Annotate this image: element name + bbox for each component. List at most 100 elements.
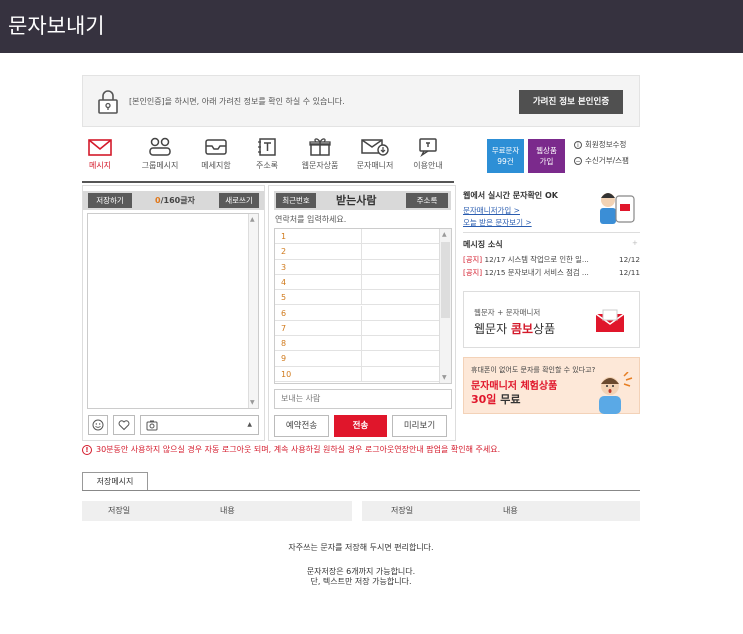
row-number: 3 xyxy=(281,262,287,272)
address-book-button[interactable]: 주소록 xyxy=(406,193,448,208)
recipient-row[interactable]: 3 xyxy=(275,259,441,275)
tab-label: 이용안내 xyxy=(413,161,443,170)
col-date: 저장일 xyxy=(108,506,131,515)
trial-free: 무료 xyxy=(496,393,521,406)
tab-label: 문자매니저 xyxy=(356,161,394,170)
reject-spam-link[interactable]: − 수신거부/스팸 xyxy=(574,155,629,166)
recipient-row[interactable]: 5 xyxy=(275,290,441,306)
message-scrollbar[interactable]: ▲ ▼ xyxy=(248,214,258,408)
recent-numbers-button[interactable]: 최근번호 xyxy=(276,193,316,208)
tab-web-sms-product[interactable]: 웹문자상품 xyxy=(294,137,346,171)
heart-icon xyxy=(118,420,130,434)
recipient-row[interactable]: 2 xyxy=(275,244,441,260)
emoticon-button[interactable] xyxy=(88,415,108,435)
divider xyxy=(463,232,640,233)
recipient-row[interactable]: 1 xyxy=(275,229,441,245)
member-info-label: 회원정보수정 xyxy=(585,140,627,149)
web-check-title: 웹에서 실시간 문자확인 OK xyxy=(463,191,558,200)
saved-empty-msg: 자주쓰는 문자를 저장해 두시면 편리합니다. xyxy=(288,543,434,552)
tab-guide[interactable]: 이용안내 xyxy=(402,137,454,171)
tab-message[interactable]: 메시지 xyxy=(74,137,126,171)
verify-identity-button[interactable]: 가려진 정보 본인인증 xyxy=(519,90,623,114)
col-content: 내용 xyxy=(220,506,235,515)
recipient-row[interactable]: 6 xyxy=(275,305,441,321)
lock-icon xyxy=(97,90,119,117)
recipient-row[interactable]: 7 xyxy=(275,320,441,337)
mail-download-icon xyxy=(349,137,401,157)
tab-label: 웹문자상품 xyxy=(301,161,339,170)
saved-text-only-msg: 단, 텍스트만 저장 가능합니다. xyxy=(310,577,412,586)
camera-icon xyxy=(146,416,158,438)
scroll-down-icon[interactable]: ▼ xyxy=(250,399,255,406)
news-item[interactable]: [공지] 12/15 문자보내기 서비스 점검 ... xyxy=(463,268,589,278)
sender-number-field[interactable]: 보내는 사람 xyxy=(274,389,452,409)
divider xyxy=(82,490,640,491)
combo-product-banner[interactable]: 웹문자 + 문자매니저 웹문자 콤보상품 xyxy=(463,291,640,348)
mail-icon xyxy=(74,137,126,157)
news-tag: [공지] xyxy=(463,255,483,264)
row-number: 2 xyxy=(281,247,287,257)
inbox-icon xyxy=(190,137,242,157)
row-number: 5 xyxy=(281,293,287,303)
combo-part: 웹문자 xyxy=(474,322,511,336)
tab-group-message[interactable]: 그룹메시지 xyxy=(134,137,186,171)
tab-label: 그룹메시지 xyxy=(141,161,179,170)
triangle-up-icon: ▲ xyxy=(247,421,252,428)
save-message-button[interactable]: 저장하기 xyxy=(88,193,132,208)
tab-address-book[interactable]: 주소록 xyxy=(241,137,293,171)
auth-notice-text: [본인인증]을 하시면, 아래 가려진 정보를 확인 하실 수 있습니다. xyxy=(129,97,345,106)
row-number: 6 xyxy=(281,308,287,318)
recipient-row[interactable]: 8 xyxy=(275,336,441,352)
tab-label: 메시지 xyxy=(88,161,112,170)
recipients-title: 받는사람 xyxy=(336,194,377,207)
tab-message-box[interactable]: 메세지함 xyxy=(190,137,242,171)
surprised-person-icon xyxy=(588,371,638,417)
scroll-up-icon[interactable]: ▲ xyxy=(442,231,447,238)
recipient-row[interactable]: 9 xyxy=(275,351,441,367)
scroll-thumb[interactable] xyxy=(441,242,450,318)
special-char-button[interactable] xyxy=(113,415,135,435)
address-book-icon xyxy=(241,137,293,157)
free-sms-badge[interactable]: 무료문자 99건 xyxy=(487,139,524,173)
new-message-button[interactable]: 새로쓰기 xyxy=(219,193,259,208)
send-button[interactable]: 전송 xyxy=(334,415,387,437)
row-number: 8 xyxy=(281,339,287,349)
news-item[interactable]: [공지] 12/17 시스템 작업으로 인한 일... xyxy=(463,255,589,265)
news-text: 12/15 문자보내기 서비스 점검 ... xyxy=(482,268,589,277)
trial-line1: 문자매니저 체험상품 xyxy=(471,381,558,392)
group-icon xyxy=(134,137,186,157)
preview-button[interactable]: 미리보기 xyxy=(392,415,447,437)
trial-small-text: 휴대폰이 없어도 문자를 확인할 수 있다고? xyxy=(471,366,596,374)
char-counter: 0/160글자 xyxy=(155,195,195,206)
auto-logout-warning: ! 30분동안 사용하지 않으실 경우 자동 로그아웃 되며, 계속 사용하길 원… xyxy=(82,444,500,455)
image-attach-select[interactable]: ▲ xyxy=(140,415,259,435)
recipient-row[interactable]: 10 xyxy=(275,366,441,382)
recipient-scrollbar[interactable]: ▲ ▼ xyxy=(439,229,451,383)
col-content: 내용 xyxy=(503,506,518,515)
recipient-row[interactable]: 4 xyxy=(275,274,441,291)
combo-highlight: 콤보 xyxy=(510,322,534,336)
minus-circle-icon: − xyxy=(574,157,582,165)
web-product-badge[interactable]: 웹상품 가입 xyxy=(528,139,565,173)
web-product-text: 웹상품 가입 xyxy=(536,146,557,166)
page-title: 문자보내기 xyxy=(0,0,743,53)
contact-input[interactable]: 연락처를 입력하세요. xyxy=(275,214,346,225)
manager-trial-banner[interactable]: 휴대폰이 없어도 문자를 확인할 수 있다고? 문자매니저 체험상품 30일 무… xyxy=(463,357,640,414)
tab-sms-manager[interactable]: 문자매니저 xyxy=(349,137,401,171)
message-textarea[interactable]: ▲ ▼ xyxy=(87,213,259,409)
member-info-link[interactable]: i 회원정보수정 xyxy=(574,139,626,150)
today-messages-link[interactable]: 오늘 받은 문자보기 > xyxy=(463,217,532,228)
combo-big-text: 웹문자 콤보상품 xyxy=(474,320,555,337)
scroll-down-icon[interactable]: ▼ xyxy=(442,374,447,381)
more-icon[interactable]: + xyxy=(632,239,638,247)
reserve-send-button[interactable]: 예약전송 xyxy=(274,415,329,437)
phone-person-icon xyxy=(598,186,640,231)
tab-saved-messages[interactable]: 저장메시지 xyxy=(82,472,148,491)
reject-spam-label: 수신거부/스팸 xyxy=(585,156,629,165)
envelope-icon xyxy=(594,308,626,337)
smile-icon xyxy=(92,419,104,434)
char-max: /160글자 xyxy=(160,196,195,205)
manager-join-link[interactable]: 문자매니저가입 > xyxy=(463,205,520,216)
scroll-up-icon[interactable]: ▲ xyxy=(250,216,255,223)
trial-days: 30일 xyxy=(471,393,497,406)
